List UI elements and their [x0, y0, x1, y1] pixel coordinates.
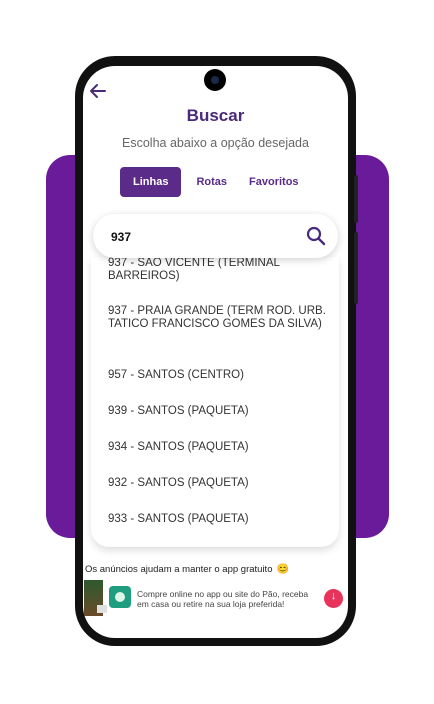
result-item[interactable]: 932 - SANTOS (PAQUETA) — [108, 477, 330, 490]
download-button[interactable]: ↓ — [324, 589, 343, 608]
smile-icon: 😊 — [276, 564, 289, 575]
search-input[interactable] — [109, 214, 293, 260]
phone-side-button — [354, 232, 358, 304]
app-screen: Buscar Escolha abaixo a opção desejada L… — [83, 66, 348, 638]
tab-bar: Linhas Rotas Favoritos — [120, 167, 306, 197]
result-item[interactable]: 937 - PRAIA GRANDE (TERM ROD. URB. TATIC… — [108, 305, 330, 330]
download-icon: ↓ — [330, 590, 337, 602]
result-item[interactable]: 934 - SANTOS (PAQUETA) — [108, 441, 330, 454]
tab-rotas[interactable]: Rotas — [189, 167, 234, 197]
front-camera — [204, 69, 226, 91]
search-icon[interactable] — [306, 226, 326, 246]
result-item[interactable]: 957 - SANTOS (CENTRO) — [108, 369, 330, 382]
ad-copy[interactable]: Compre online no app ou site do Pão, rec… — [137, 589, 317, 609]
ad-notice: Os anúncios ajudam a manter o app gratui… — [85, 564, 289, 575]
ad-choices-icon[interactable] — [97, 605, 107, 613]
result-item[interactable]: 933 - SANTOS (PAQUETA) — [108, 513, 330, 526]
search-results-list: 937 - SAO VICENTE (TERMINAL BARREIROS) 9… — [91, 257, 339, 547]
page-subtitle: Escolha abaixo a opção desejada — [122, 136, 309, 150]
tab-favoritos[interactable]: Favoritos — [242, 167, 306, 197]
back-arrow-icon[interactable] — [87, 80, 109, 102]
result-item[interactable]: 939 - SANTOS (PAQUETA) — [108, 405, 330, 418]
search-bar — [93, 214, 338, 260]
phone-side-button — [354, 175, 358, 223]
tab-linhas[interactable]: Linhas — [120, 167, 182, 197]
ad-app-logo[interactable] — [109, 586, 131, 608]
page-title: Buscar — [186, 106, 245, 125]
result-item[interactable]: 937 - SAO VICENTE (TERMINAL BARREIROS) — [108, 257, 330, 282]
ad-notice-text: Os anúncios ajudam a manter o app gratui… — [85, 564, 273, 575]
ad-banner: Os anúncios ajudam a manter o app gratui… — [83, 562, 348, 638]
